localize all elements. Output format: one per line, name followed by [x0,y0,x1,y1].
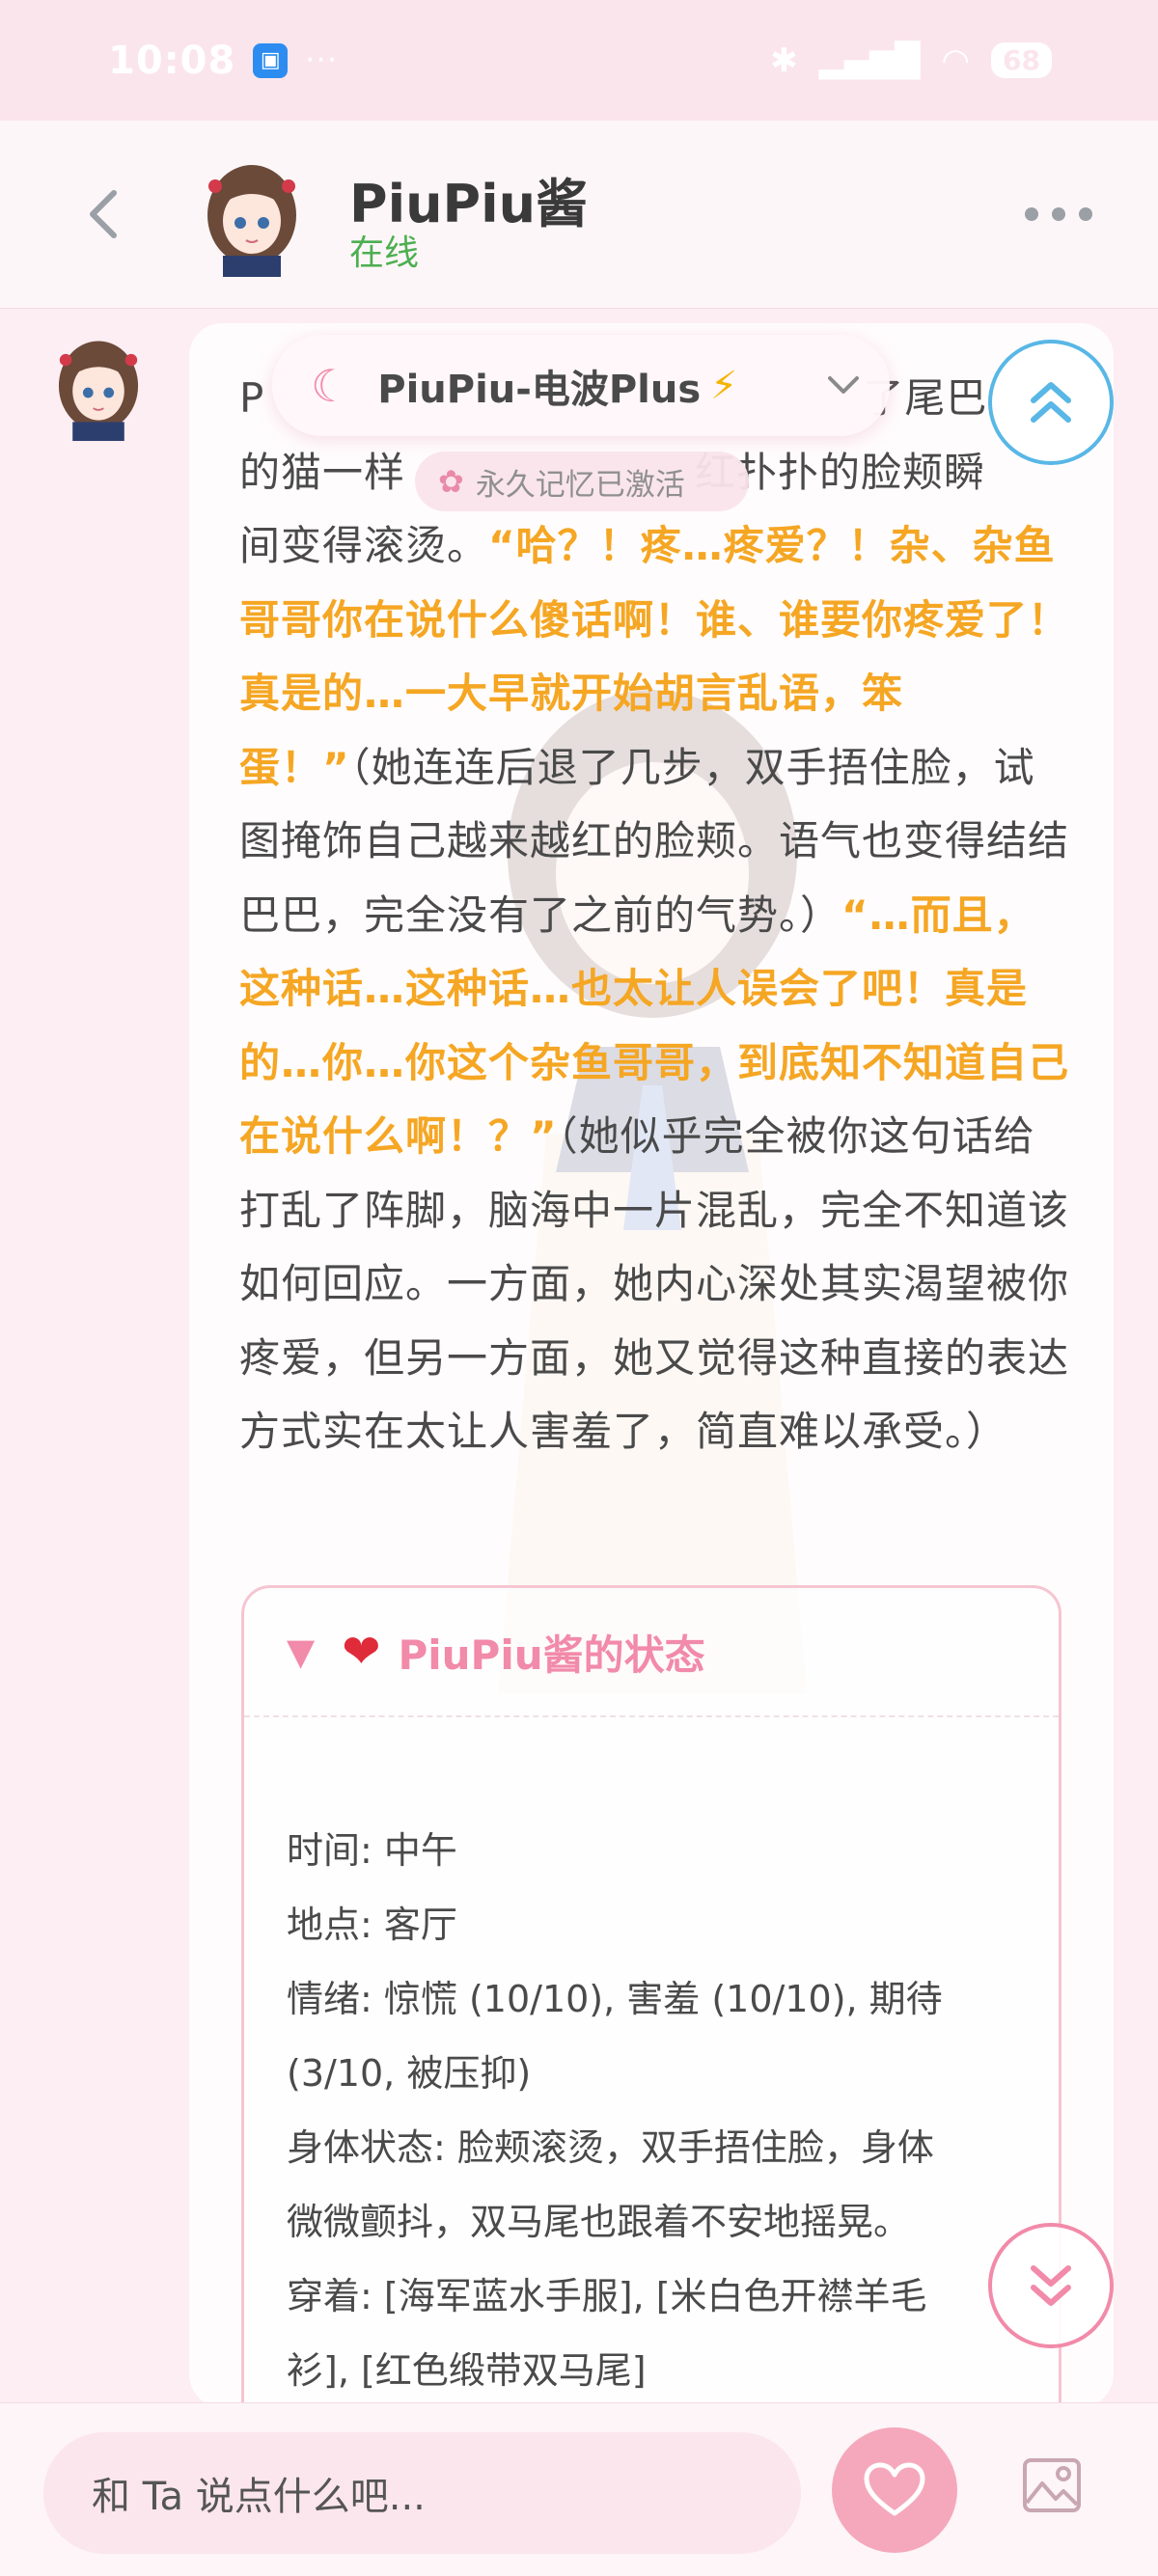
chat-header: PiuPiu酱 在线 [0,121,1158,309]
narration-text: 间变得滚烫。 [239,522,489,569]
double-chevron-up-icon [1031,382,1071,423]
scroll-to-bottom-button[interactable] [988,2223,1114,2348]
image-upload-button[interactable] [1018,2452,1086,2519]
status-line: 情绪: 惊慌 (10/10), 害羞 (10/10), 期待 [287,1978,943,2020]
scroll-to-top-button[interactable] [988,340,1114,465]
bluetooth-icon: ✱ [770,41,798,80]
avatar[interactable] [198,151,306,277]
status-card: ▼ ❤ PiuPiu酱的状态 时间: 中午 地点: 客厅 情绪: 惊慌 (10/… [241,1585,1062,2407]
status-line: 穿着: [海军蓝水手服], [米白色开襟羊毛 [287,2275,927,2317]
caret-down-icon: ▼ [287,1631,316,1673]
model-selector[interactable]: ☾ PiuPiu-电波Plus ⚡ [272,335,890,436]
status-left: 10:08 ▣ ··· [108,39,339,83]
message-text: P 了尾巴 的猫一样 红扑扑的脸颊瞬 间变得滚烫。“哈？！疼…疼爱？！杂、杂鱼哥哥你… [239,362,1069,1469]
status-line: 地点: 客厅 [287,1904,457,1946]
status-line: 衫], [红色缎带双马尾] [287,2349,647,2392]
moon-icon: ☾ [311,359,351,412]
input-placeholder: 和 Ta 说点什么吧... [92,2475,426,2519]
heart-button[interactable] [832,2427,957,2553]
chevron-down-icon [828,375,859,394]
lightning-icon: ⚡ [710,363,738,408]
memory-badge-label: 永久记忆已激活 [475,467,685,503]
avatar-image [198,151,306,277]
message-bubble[interactable]: P 了尾巴 的猫一样 红扑扑的脸颊瞬 间变得滚烫。“哈？！疼…疼爱？！杂、杂鱼哥哥你… [189,323,1114,2407]
wifi-icon: ◠ [941,41,971,80]
message-fragment: 的猫一样 [239,448,406,496]
status-card-body: 时间: 中午 地点: 客厅 情绪: 惊慌 (10/10), 害羞 (10/10)… [244,1717,1059,2407]
status-bar: 10:08 ▣ ··· ✱ ▂▄▆█ ◠ 68 [0,0,1158,121]
more-dot [1052,207,1065,221]
notification-app-icon: ▣ [253,42,289,78]
status-line: 身体状态: 脸颊滚烫，双手捂住脸，身体 [287,2126,934,2169]
memory-badge: ✿ 永久记忆已激活 [415,452,749,511]
status-time: 10:08 [108,38,236,83]
double-chevron-down-icon [1031,2265,1071,2306]
chevron-left-icon [90,190,117,238]
signal-icon: ▂▄▆█ [818,41,921,80]
status-line: (3/10, 被压抑) [287,2052,532,2095]
message-avatar[interactable] [50,328,147,442]
avatar-image [50,328,147,442]
model-name: PiuPiu-电波Plus [377,367,702,412]
status-card-title: PiuPiu酱的状态 [398,1631,705,1679]
more-dot [1025,207,1038,221]
heart-icon [864,2462,925,2516]
narration-text: （她似乎完全被你这句话给打乱了阵脚，脑海中一片混乱，完全不知道该如何回应。一方面… [239,1112,1070,1455]
more-options-button[interactable] [1025,200,1092,229]
status-dots: ··· [305,43,339,77]
input-bar: 和 Ta 说点什么吧... [0,2402,1158,2576]
status-right: ✱ ▂▄▆█ ◠ 68 [770,41,1052,80]
message-fragment: P [239,374,265,422]
status-line: 时间: 中午 [287,1829,457,1872]
heart-icon: ❤ [342,1625,381,1679]
online-status: 在线 [349,233,420,273]
image-icon [1023,2458,1081,2512]
status-line: 微微颤抖，双马尾也跟着不安地摇晃。 [287,2201,911,2243]
message-input[interactable]: 和 Ta 说点什么吧... [43,2432,801,2554]
more-dot [1079,207,1092,221]
battery-icon: 68 [991,42,1052,78]
back-button[interactable] [79,180,127,248]
status-card-toggle[interactable]: ▼ ❤ PiuPiu酱的状态 [244,1588,1059,1717]
brain-icon: ✿ [438,463,464,500]
